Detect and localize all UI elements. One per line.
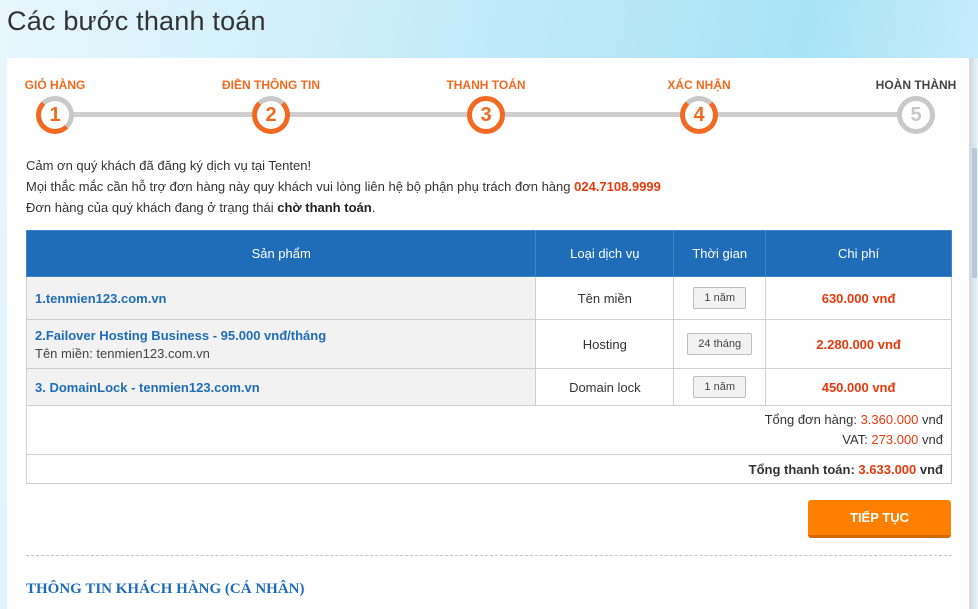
cost-value: 2.280.000 vnđ [765,319,952,369]
thank-you-text: Cảm ơn quý khách đã đăng ký dịch vụ tại … [26,158,312,173]
table-row: 3. DomainLock - tenmien123.com.vn Domain… [25,368,952,406]
order-message: Cảm ơn quý khách đã đăng ký dịch vụ tại … [26,155,661,218]
checkout-panel: GIỎ HÀNG 1 ĐIỀN THÔNG TIN 2 THANH TOÁN 3… [7,58,969,609]
summary-row: Tổng đơn hàng: 3.360.000 vnđ VAT: 273.00… [26,405,952,455]
order-total: Tổng đơn hàng: 3.360.000 vnđ [764,412,943,427]
vat-total: VAT: 273.000 vnđ [842,432,943,447]
col-header-product: Sản phẩm [25,230,537,277]
summary-cell: Tổng đơn hàng: 3.360.000 vnđ VAT: 273.00… [26,405,952,455]
time-cell: 1 năm [673,276,767,320]
col-header-cost: Chi phí [765,230,952,277]
duration-select[interactable]: 24 tháng [687,333,753,355]
step-confirm[interactable]: XÁC NHẬN 4 [639,58,759,134]
step-label: HOÀN THÀNH [875,78,957,92]
product-cell: 1.tenmien123.com.vn [25,276,537,320]
step-circle: 3 [467,96,505,134]
payment-total-value: 3.633.000 [858,461,917,477]
duration-select[interactable]: 1 năm [693,376,746,398]
service-type: Hosting [535,319,675,369]
page-scrollbar[interactable] [969,58,978,609]
scrollbar-thumb[interactable] [972,148,977,278]
section-divider [26,555,952,556]
step-label: THANH TOÁN [446,78,526,92]
hotline-number: 024.7108.9999 [574,179,661,194]
step-payment[interactable]: THANH TOÁN 3 [426,58,546,134]
vat-value: 273.000 [871,432,919,447]
order-total-value: 3.360.000 [860,412,919,427]
cost-value: 630.000 vnđ [765,276,952,320]
time-cell: 24 tháng [673,319,767,369]
cost-value: 450.000 vnđ [765,368,952,406]
page-title: Các bước thanh toán [7,6,266,36]
order-status: chờ thanh toán [277,200,372,215]
step-label: GIỎ HÀNG [24,78,86,92]
step-circle: 5 [897,96,935,134]
support-text: Mọi thắc mắc cần hỗ trợ đơn hàng này quy… [26,179,661,194]
continue-button[interactable]: TIẾP TỤC [808,500,951,538]
step-circle: 4 [680,96,718,134]
step-cart[interactable]: GIỎ HÀNG 1 [0,58,115,134]
product-name[interactable]: 2.Failover Hosting Business - 95.000 vnđ… [35,328,527,343]
service-type: Tên miền [535,276,675,320]
product-name[interactable]: 1.tenmien123.com.vn [35,291,527,306]
order-table: Sản phẩm Loại dịch vụ Thời gian Chi phí … [25,230,952,484]
step-label: XÁC NHẬN [667,78,731,92]
customer-info-title: THÔNG TIN KHÁCH HÀNG (CÁ NHÂN) [26,581,305,597]
step-circle: 2 [252,96,290,134]
time-cell: 1 năm [673,368,767,406]
status-text: Đơn hàng của quý khách đang ở trạng thái… [26,200,376,215]
col-header-type: Loại dịch vụ [535,230,675,277]
col-header-time: Thời gian [673,230,767,277]
service-type: Domain lock [535,368,675,406]
product-cell: 2.Failover Hosting Business - 95.000 vnđ… [25,319,537,369]
table-row: 2.Failover Hosting Business - 95.000 vnđ… [25,319,952,369]
product-domain: Tên miền: tenmien123.com.vn [35,345,210,361]
step-fill-info[interactable]: ĐIỀN THÔNG TIN 2 [211,58,331,134]
table-row: 1.tenmien123.com.vn Tên miền 1 năm 630.0… [25,276,952,320]
step-label: ĐIỀN THÔNG TIN [222,78,320,92]
product-cell: 3. DomainLock - tenmien123.com.vn [25,368,537,406]
total-row: Tổng thanh toán: 3.633.000 vnđ [26,454,952,484]
step-complete[interactable]: HOÀN THÀNH 5 [856,58,976,134]
step-circle: 1 [36,96,74,134]
checkout-steps: GIỎ HÀNG 1 ĐIỀN THÔNG TIN 2 THANH TOÁN 3… [7,58,969,138]
duration-select[interactable]: 1 năm [693,287,746,309]
product-name[interactable]: 3. DomainLock - tenmien123.com.vn [35,380,527,395]
payment-total: Tổng thanh toán: 3.633.000 vnđ [26,454,952,484]
